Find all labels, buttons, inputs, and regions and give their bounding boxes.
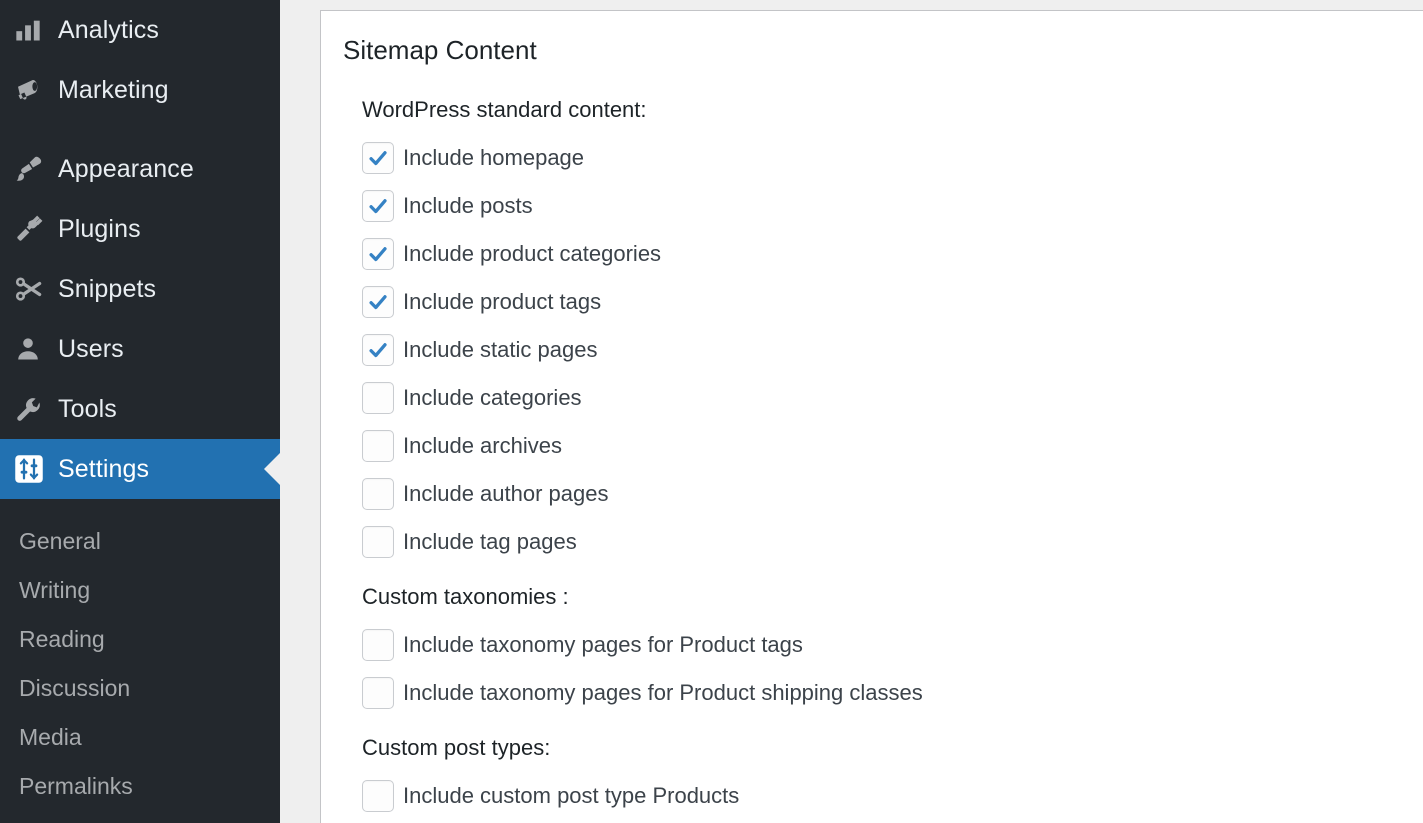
checkbox-label: Include taxonomy pages for Product tags: [403, 634, 803, 656]
checkbox-row[interactable]: Include tag pages: [362, 518, 1423, 566]
checkbox-checked[interactable]: [362, 142, 394, 174]
settings-section: Custom taxonomies : Include taxonomy page…: [321, 566, 1423, 717]
checkbox-checked[interactable]: [362, 190, 394, 222]
sidebar-item-tools[interactable]: Tools: [0, 379, 280, 439]
sliders-icon: [14, 454, 58, 484]
spacer: [362, 121, 1423, 134]
checkbox-label: Include tag pages: [403, 531, 577, 553]
sidebar-item-label: Users: [58, 337, 124, 362]
plug-icon: [14, 214, 58, 244]
user-icon: [14, 335, 58, 363]
submenu-item-label: Media: [19, 724, 82, 751]
checkbox-row[interactable]: Include homepage: [362, 134, 1423, 182]
submenu-item-permalinks[interactable]: Permalinks: [0, 762, 280, 811]
paintbrush-icon: [14, 154, 58, 184]
sidebar-menu: Analytics Marketing Appearance Plugins Snipp…: [0, 0, 280, 499]
checkbox-row[interactable]: Include product tags: [362, 278, 1423, 326]
bar-chart-icon: [14, 16, 58, 44]
settings-sections: WordPress standard content: Include homep…: [321, 63, 1423, 820]
sidebar-item-label: Snippets: [58, 277, 156, 302]
settings-section: Custom post types: Include custom post ty…: [321, 717, 1423, 820]
megaphone-icon: [14, 75, 58, 105]
content-panel: Sitemap Content WordPress standard conte…: [320, 10, 1423, 823]
sidebar-item-marketing[interactable]: Marketing: [0, 60, 280, 120]
checkbox-row[interactable]: Include taxonomy pages for Product tags: [362, 621, 1423, 669]
checkbox-checked[interactable]: [362, 334, 394, 366]
scissors-icon: [14, 274, 58, 304]
checkbox-label: Include author pages: [403, 483, 609, 505]
submenu-item-reading[interactable]: Reading: [0, 615, 280, 664]
sidebar-item-label: Appearance: [58, 157, 194, 182]
spacer: [362, 566, 1423, 586]
checkbox-label: Include archives: [403, 435, 562, 457]
checkbox-label: Include static pages: [403, 339, 597, 361]
checkbox-unchecked[interactable]: [362, 478, 394, 510]
checkbox-unchecked[interactable]: [362, 780, 394, 812]
sidebar-item-label: Settings: [58, 457, 149, 482]
checkbox-unchecked[interactable]: [362, 629, 394, 661]
sidebar-item-users[interactable]: Users: [0, 319, 280, 379]
submenu-item-discussion[interactable]: Discussion: [0, 664, 280, 713]
submenu-item-label: General: [19, 528, 101, 555]
submenu-item-label: Discussion: [19, 675, 130, 702]
section-heading: Custom taxonomies :: [362, 586, 1423, 608]
checkbox-unchecked[interactable]: [362, 430, 394, 462]
active-item-arrow-icon: [264, 453, 280, 485]
submenu-item-label: Reading: [19, 626, 105, 653]
section-heading: WordPress standard content:: [362, 99, 1423, 121]
checkbox-label: Include homepage: [403, 147, 584, 169]
checkbox-checked[interactable]: [362, 286, 394, 318]
checkbox-row[interactable]: Include custom post type Products: [362, 772, 1423, 820]
submenu-item-general[interactable]: General: [0, 517, 280, 566]
checkbox-label: Include posts: [403, 195, 533, 217]
submenu-item-label: Permalinks: [19, 773, 133, 800]
sidebar-item-settings[interactable]: Settings: [0, 439, 280, 499]
settings-section: WordPress standard content: Include homep…: [321, 63, 1423, 566]
app-root: Analytics Marketing Appearance Plugins Snipp…: [0, 0, 1423, 823]
submenu-item-privacy[interactable]: Privacy: [0, 811, 280, 823]
checkbox-unchecked[interactable]: [362, 526, 394, 558]
sidebar-item-label: Tools: [58, 397, 117, 422]
checkbox-label: Include product categories: [403, 243, 661, 265]
checkbox-label: Include custom post type Products: [403, 785, 739, 807]
sidebar-item-label: Analytics: [58, 18, 159, 43]
checkbox-label: Include categories: [403, 387, 582, 409]
wrench-icon: [14, 395, 58, 424]
sidebar-item-label: Marketing: [58, 78, 169, 103]
checkbox-row[interactable]: Include archives: [362, 422, 1423, 470]
spacer: [362, 759, 1423, 772]
submenu-item-label: Writing: [19, 577, 90, 604]
sidebar-item-label: Plugins: [58, 217, 141, 242]
spacer: [362, 63, 1423, 99]
checkbox-unchecked[interactable]: [362, 677, 394, 709]
sidebar-item-snippets[interactable]: Snippets: [0, 259, 280, 319]
checkbox-row[interactable]: Include taxonomy pages for Product shipp…: [362, 669, 1423, 717]
checkbox-label: Include product tags: [403, 291, 601, 313]
checkbox-checked[interactable]: [362, 238, 394, 270]
checkbox-row[interactable]: Include author pages: [362, 470, 1423, 518]
settings-submenu: General Writing Reading Discussion Media Perm…: [0, 499, 280, 823]
checkbox-label: Include taxonomy pages for Product shipp…: [403, 682, 923, 704]
sidebar-item-appearance[interactable]: Appearance: [0, 139, 280, 199]
checkbox-row[interactable]: Include categories: [362, 374, 1423, 422]
checkbox-row[interactable]: Include posts: [362, 182, 1423, 230]
checkbox-unchecked[interactable]: [362, 382, 394, 414]
page-title: Sitemap Content: [321, 11, 1423, 63]
admin-sidebar: Analytics Marketing Appearance Plugins Snipp…: [0, 0, 280, 823]
sidebar-item-plugins[interactable]: Plugins: [0, 199, 280, 259]
sidebar-item-analytics[interactable]: Analytics: [0, 0, 280, 60]
checkbox-row[interactable]: Include product categories: [362, 230, 1423, 278]
submenu-item-writing[interactable]: Writing: [0, 566, 280, 615]
section-heading: Custom post types:: [362, 737, 1423, 759]
submenu-item-media[interactable]: Media: [0, 713, 280, 762]
spacer: [362, 608, 1423, 621]
spacer: [362, 717, 1423, 737]
checkbox-row[interactable]: Include static pages: [362, 326, 1423, 374]
